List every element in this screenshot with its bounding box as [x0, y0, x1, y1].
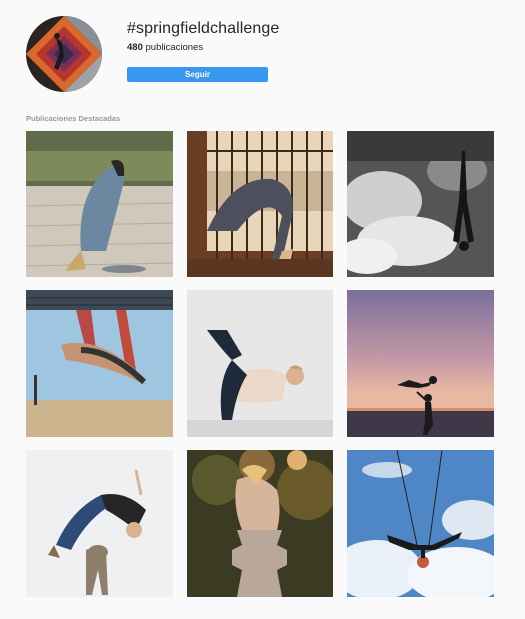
- post-count-label: publicaciones: [142, 42, 204, 53]
- post-image-2: [187, 131, 333, 277]
- post-thumbnail-6[interactable]: [347, 290, 494, 437]
- hashtag-header: #springfieldchallenge 480 publicaciones …: [0, 0, 525, 110]
- post-image-4: [26, 290, 173, 437]
- post-image-1: [26, 131, 173, 277]
- avatar-image: [26, 16, 102, 92]
- post-image-8: [187, 450, 333, 597]
- post-thumbnail-3[interactable]: [347, 131, 494, 277]
- post-image-3: [347, 131, 494, 277]
- page-title: #springfieldchallenge: [127, 20, 280, 37]
- post-image-5: [187, 290, 333, 437]
- top-posts-grid: [26, 131, 494, 597]
- post-thumbnail-5[interactable]: [187, 290, 333, 437]
- post-thumbnail-7[interactable]: [26, 450, 173, 597]
- post-image-7: [26, 450, 173, 597]
- post-thumbnail-1[interactable]: [26, 131, 173, 277]
- follow-button[interactable]: Seguir: [127, 67, 268, 82]
- post-thumbnail-4[interactable]: [26, 290, 173, 437]
- post-thumbnail-8[interactable]: [187, 450, 333, 597]
- post-image-9: [347, 450, 494, 597]
- post-thumbnail-9[interactable]: [347, 450, 494, 597]
- post-count: 480 publicaciones: [127, 42, 203, 53]
- post-count-number: 480: [127, 42, 143, 53]
- post-image-6: [347, 290, 494, 437]
- post-thumbnail-2[interactable]: [187, 131, 333, 277]
- top-posts-label: Publicaciones Destacadas: [26, 114, 121, 123]
- hashtag-avatar[interactable]: [26, 16, 102, 92]
